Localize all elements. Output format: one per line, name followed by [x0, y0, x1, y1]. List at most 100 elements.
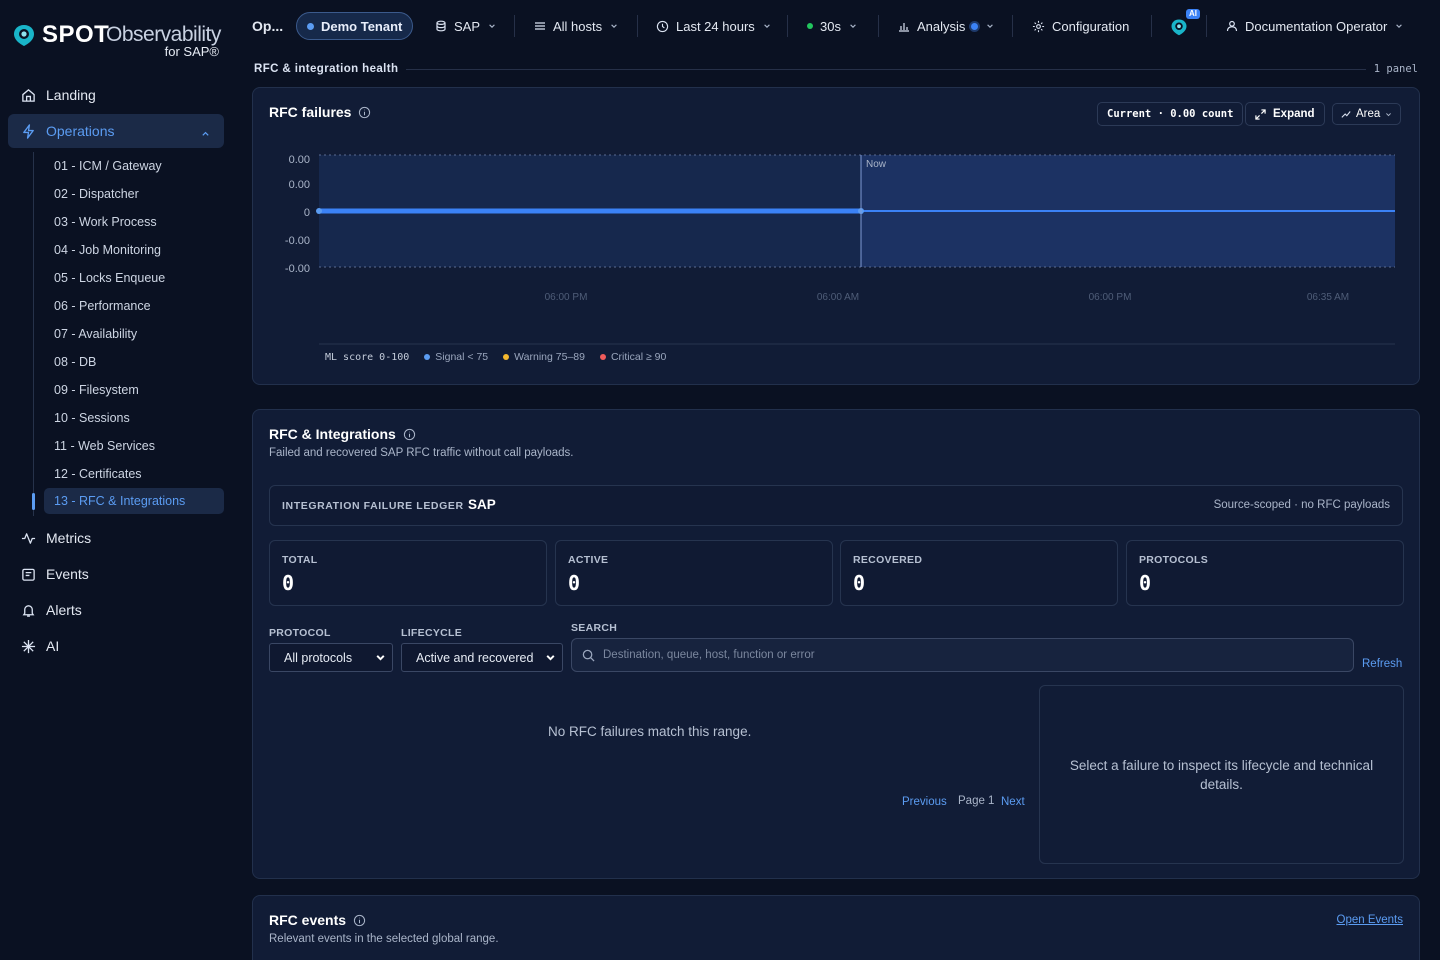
sidebar-item-events[interactable]: Events	[8, 557, 224, 591]
y-tick-label: 0.00	[289, 154, 310, 166]
integration-failure-ledger: INTEGRATION FAILURE LEDGER SAP Source-sc…	[269, 485, 1403, 526]
section-header: RFC & integration health 1 panel	[254, 63, 1418, 77]
gear-icon	[1032, 20, 1045, 33]
sidebar-subitem-sessions[interactable]: 10 - Sessions	[44, 405, 224, 431]
sidebar-item-operations[interactable]: Operations	[8, 114, 224, 148]
sidebar-subitem-performance[interactable]: 06 - Performance	[44, 293, 224, 319]
refresh-interval-selector[interactable]: 30s	[807, 12, 857, 40]
clock-icon	[656, 20, 669, 33]
time-range-selector[interactable]: Last 24 hours	[656, 12, 771, 40]
chart-mode-label: Area	[1356, 108, 1381, 120]
lifecycle-select[interactable]: Active and recovered	[401, 643, 563, 672]
refresh-button[interactable]: Refresh	[1362, 658, 1402, 670]
legend-ml-score: ML score 0-100	[325, 351, 410, 363]
section-panel-count: 1 panel	[1373, 63, 1418, 75]
chevron-down-icon	[849, 22, 857, 30]
divider	[787, 15, 788, 37]
divider	[514, 15, 515, 37]
sidebar-item-metrics[interactable]: Metrics	[8, 521, 224, 555]
info-icon[interactable]	[353, 914, 366, 927]
stat-value: 0	[568, 571, 581, 595]
tenant-switcher[interactable]: Demo Tenant	[296, 12, 414, 40]
stat-value: 0	[1139, 571, 1152, 595]
chevron-down-icon	[375, 652, 386, 666]
divider	[637, 15, 638, 37]
stat-total: TOTAL 0	[269, 540, 547, 606]
chevron-down-icon	[488, 22, 496, 30]
stat-label: PROTOCOLS	[1139, 554, 1209, 566]
sidebar-item-ai[interactable]: AI	[8, 629, 224, 663]
rfc-integrations-title-text: RFC & Integrations	[269, 426, 396, 442]
series-point-start	[316, 208, 322, 214]
sidebar-item-landing[interactable]: Landing	[8, 78, 224, 112]
x-tick-label: 06:00 AM	[817, 292, 859, 303]
brand-subtitle: for SAP®	[164, 44, 219, 59]
section-divider	[406, 69, 1366, 70]
analysis-label: Analysis	[917, 18, 966, 34]
divider	[1012, 15, 1013, 37]
sidebar-subitem-web-services[interactable]: 11 - Web Services	[44, 433, 224, 459]
list-icon	[534, 20, 546, 32]
search-icon	[582, 649, 595, 662]
rfc-events-title-text: RFC events	[269, 912, 347, 928]
top-bar: Op... Demo Tenant SAP All hosts Last 24 …	[232, 0, 1440, 54]
search-label: SEARCH	[571, 622, 618, 634]
spot-logo-icon	[14, 25, 34, 46]
expand-icon	[1255, 108, 1266, 120]
info-icon[interactable]	[358, 106, 371, 119]
open-events-link[interactable]: Open Events	[1337, 914, 1403, 926]
stat-label: RECOVERED	[853, 554, 923, 566]
sidebar-subitem-availability[interactable]: 07 - Availability	[44, 321, 224, 347]
protocol-select-value: All protocols	[284, 650, 353, 665]
ledger-note: Source-scoped · no RFC payloads	[1213, 499, 1390, 511]
configuration-button[interactable]: Configuration	[1032, 12, 1129, 40]
chevron-up-icon	[201, 125, 210, 141]
sidebar-subitem-locks-enqueue[interactable]: 05 - Locks Enqueue	[44, 265, 224, 291]
protocol-select[interactable]: All protocols	[269, 643, 393, 672]
sparkle-icon	[20, 638, 36, 654]
sidebar-subitem-certificates[interactable]: 12 - Certificates	[44, 461, 224, 487]
hosts-label: All hosts	[553, 18, 603, 34]
chart-mode-selector[interactable]: Area	[1332, 103, 1402, 125]
sidebar-item-label: Events	[46, 566, 89, 582]
ai-assistant-button[interactable]: AI	[1168, 9, 1200, 42]
sidebar-subitem-db[interactable]: 08 - DB	[44, 349, 224, 375]
brand-name: SPOT	[42, 21, 110, 48]
sidebar-subitem-job-monitoring[interactable]: 04 - Job Monitoring	[44, 237, 224, 263]
legend-critical: Critical ≥ 90	[599, 351, 667, 363]
sidebar-subitem-icm-gateway[interactable]: 01 - ICM / Gateway	[44, 153, 224, 179]
info-icon[interactable]	[403, 428, 416, 441]
analysis-menu[interactable]: Analysis	[898, 12, 994, 40]
user-icon	[1226, 20, 1238, 32]
stat-label: ACTIVE	[568, 554, 609, 566]
rfc-integrations-panel: RFC & Integrations Failed and recovered …	[252, 409, 1420, 879]
lifecycle-label: LIFECYCLE	[401, 627, 463, 639]
stat-recovered: RECOVERED 0	[840, 540, 1118, 606]
home-icon	[20, 87, 36, 103]
sidebar-subitem-work-process[interactable]: 03 - Work Process	[44, 209, 224, 235]
search-input[interactable]	[603, 649, 1343, 661]
bolt-icon	[20, 123, 36, 139]
user-menu[interactable]: Documentation Operator	[1226, 12, 1403, 40]
previous-page-button[interactable]: Previous	[902, 796, 947, 808]
sidebar-subitem-filesystem[interactable]: 09 - Filesystem	[44, 377, 224, 403]
brand-logo[interactable]: SPOT Observability for SAP®	[12, 18, 227, 62]
divider	[878, 15, 879, 37]
y-tick-label: -0.00	[285, 235, 310, 247]
sidebar-subitem-rfc-integrations[interactable]: 13 - RFC & Integrations	[44, 488, 224, 514]
sidebar-subitem-dispatcher[interactable]: 02 - Dispatcher	[44, 181, 224, 207]
system-selector[interactable]: SAP	[435, 12, 496, 40]
calendar-icon	[20, 566, 36, 582]
analysis-indicator-dot	[971, 22, 979, 30]
search-field[interactable]	[571, 638, 1354, 672]
expand-button[interactable]: Expand	[1245, 102, 1325, 126]
page-title: Op...	[252, 18, 284, 34]
stat-value: 0	[282, 571, 295, 595]
legend-signal: Signal < 75	[424, 351, 488, 363]
hosts-selector[interactable]: All hosts	[534, 12, 618, 40]
next-page-button[interactable]: Next	[1001, 796, 1025, 808]
live-status-dot	[807, 23, 813, 29]
sidebar-item-alerts[interactable]: Alerts	[8, 593, 224, 627]
stat-value: 0	[853, 571, 866, 595]
legend-critical-label: Critical ≥ 90	[610, 351, 667, 363]
